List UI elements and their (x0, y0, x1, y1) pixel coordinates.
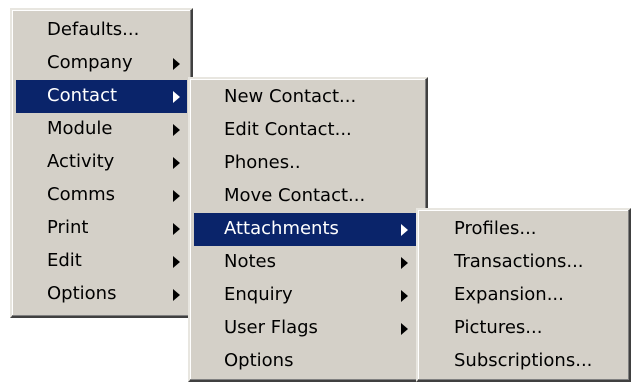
menu-item-enquiry[interactable]: Enquiry (194, 279, 422, 312)
menu-item-label: User Flags (224, 317, 318, 338)
contact-submenu: New Contact... Edit Contact... Phones.. … (188, 77, 428, 382)
submenu-arrow-icon (173, 58, 180, 70)
menu-item-attachments[interactable]: Attachments (194, 213, 422, 246)
submenu-arrow-icon (401, 257, 408, 269)
menu-item-options[interactable]: Options (194, 345, 422, 378)
menu-item-label: Company (47, 52, 133, 73)
menu-item-contact[interactable]: Contact (16, 80, 187, 113)
menu-item-label: Expansion... (454, 284, 564, 305)
submenu-arrow-icon (401, 323, 408, 335)
menu-item-profiles[interactable]: Profiles... (422, 213, 625, 246)
menu-item-user-flags[interactable]: User Flags (194, 312, 422, 345)
submenu-arrow-icon (173, 289, 180, 301)
menu-item-label: Move Contact... (224, 185, 366, 206)
submenu-arrow-icon (401, 290, 408, 302)
menu-item-label: Print (47, 217, 89, 238)
menu-item-label: Options (224, 350, 294, 371)
menu-item-phones[interactable]: Phones.. (194, 147, 422, 180)
submenu-arrow-icon (173, 91, 180, 103)
menu-item-label: Activity (47, 151, 115, 172)
menu-item-options[interactable]: Options (16, 278, 187, 311)
menu-item-print[interactable]: Print (16, 212, 187, 245)
menu-item-edit[interactable]: Edit (16, 245, 187, 278)
menu-item-transactions[interactable]: Transactions... (422, 246, 625, 279)
menu-item-defaults[interactable]: Defaults... (16, 14, 187, 47)
menu-item-company[interactable]: Company (16, 47, 187, 80)
menu-item-edit-contact[interactable]: Edit Contact... (194, 114, 422, 147)
menu-item-label: Transactions... (454, 251, 584, 272)
menu-item-expansion[interactable]: Expansion... (422, 279, 625, 312)
menu-item-new-contact[interactable]: New Contact... (194, 81, 422, 114)
submenu-arrow-icon (173, 124, 180, 136)
menu-item-module[interactable]: Module (16, 113, 187, 146)
submenu-arrow-icon (173, 223, 180, 235)
menu-item-move-contact[interactable]: Move Contact... (194, 180, 422, 213)
menu-item-label: New Contact... (224, 86, 357, 107)
menu-item-pictures[interactable]: Pictures... (422, 312, 625, 345)
menu-item-label: Phones.. (224, 152, 301, 173)
menu-item-subscriptions[interactable]: Subscriptions... (422, 345, 625, 378)
menu-item-label: Defaults... (47, 19, 140, 40)
menu-item-notes[interactable]: Notes (194, 246, 422, 279)
submenu-arrow-icon (401, 224, 408, 236)
menu-item-label: Profiles... (454, 218, 537, 239)
attachments-submenu: Profiles... Transactions... Expansion...… (416, 208, 631, 382)
menu-item-label: Contact (47, 85, 118, 106)
menu-item-label: Comms (47, 184, 116, 205)
menu-item-label: Subscriptions... (454, 350, 593, 371)
menu-item-label: Module (47, 118, 113, 139)
menu-item-label: Edit (47, 250, 82, 271)
menu-item-label: Notes (224, 251, 276, 272)
menu-item-activity[interactable]: Activity (16, 146, 187, 179)
main-menu: Defaults... Company Contact Module Activ… (10, 8, 193, 318)
menu-item-label: Enquiry (224, 284, 293, 305)
menu-item-label: Pictures... (454, 317, 543, 338)
menu-item-label: Options (47, 283, 117, 304)
menu-item-comms[interactable]: Comms (16, 179, 187, 212)
submenu-arrow-icon (173, 256, 180, 268)
menu-item-label: Attachments (224, 218, 339, 239)
submenu-arrow-icon (173, 157, 180, 169)
menu-item-label: Edit Contact... (224, 119, 352, 140)
submenu-arrow-icon (173, 190, 180, 202)
